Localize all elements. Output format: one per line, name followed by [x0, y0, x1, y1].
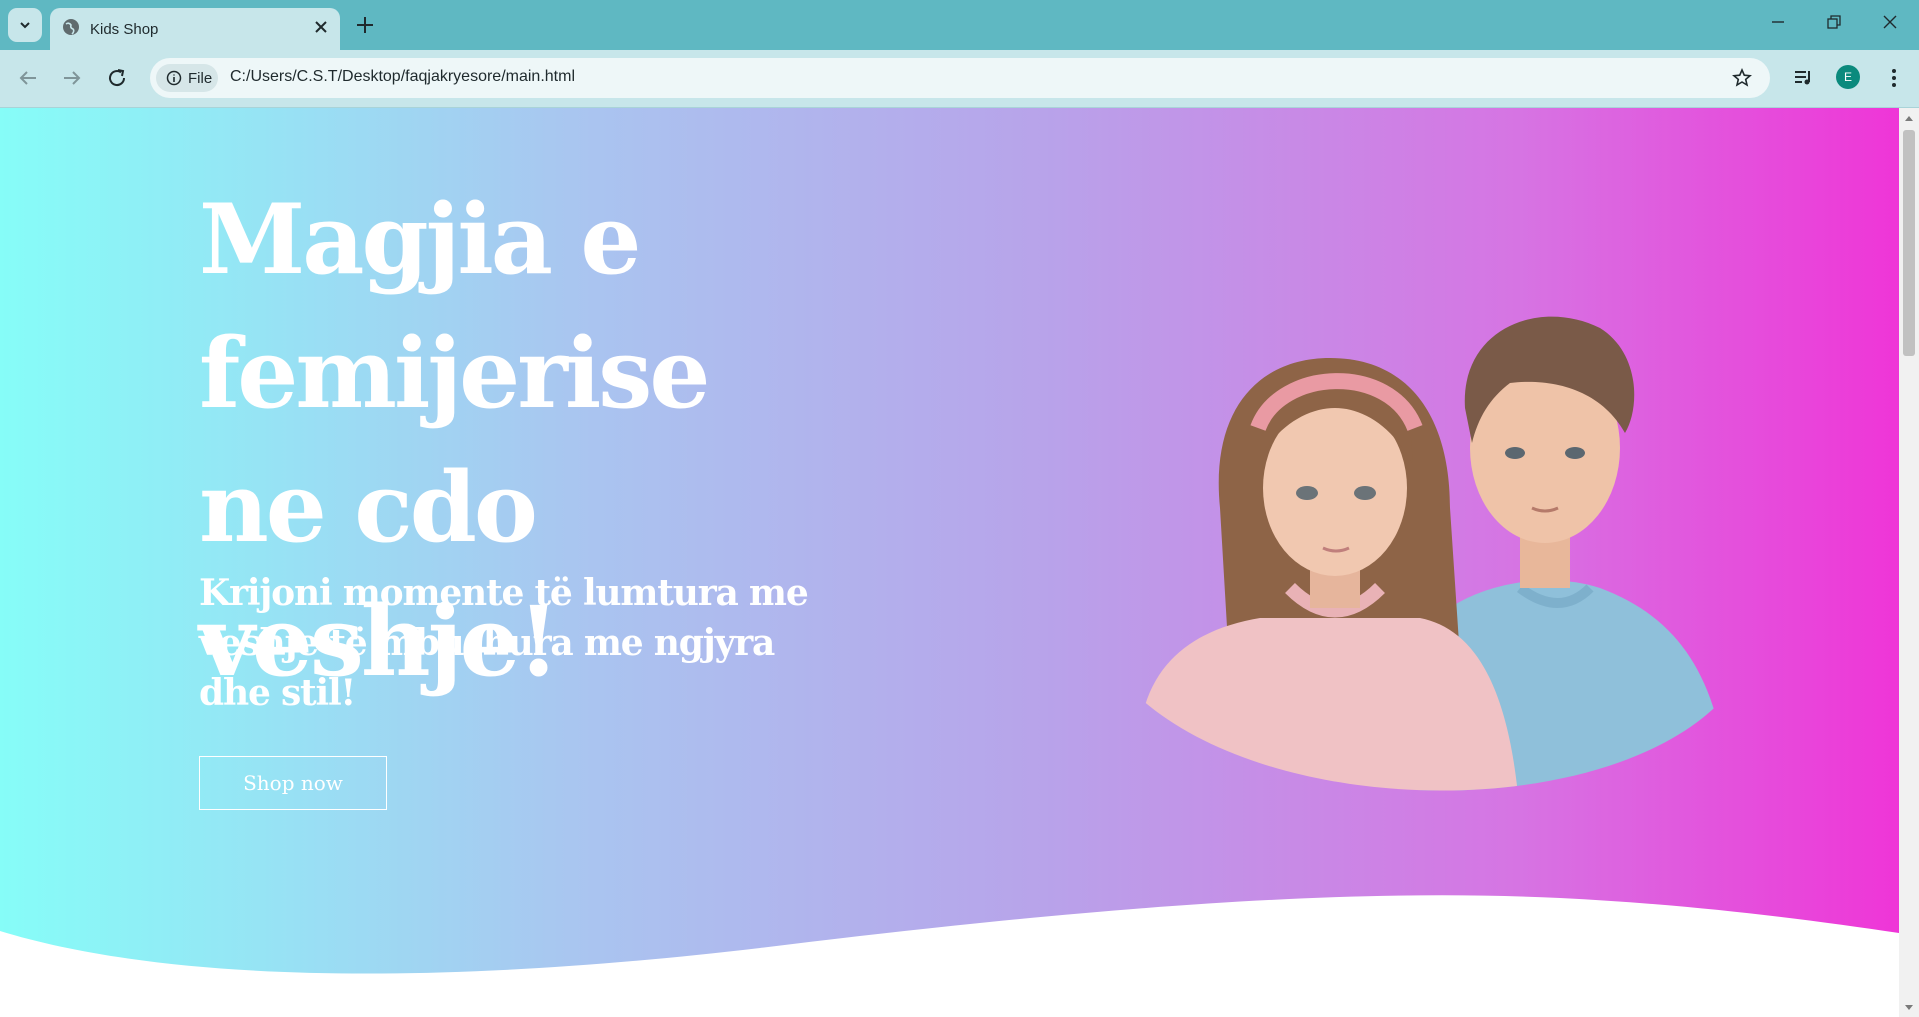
hero-children-image	[1130, 316, 1730, 791]
globe-icon	[63, 19, 79, 35]
site-info-chip[interactable]: File	[156, 64, 218, 92]
scroll-up-arrow-icon[interactable]	[1904, 114, 1914, 122]
menu-kebab-icon[interactable]	[1882, 66, 1906, 90]
girl-figure	[1130, 358, 1520, 791]
shop-now-button[interactable]: Shop now	[199, 756, 387, 810]
address-bar[interactable]: File C:/Users/C.S.T/Desktop/faqjakryesor…	[150, 58, 1770, 98]
restore-icon[interactable]	[1826, 14, 1842, 30]
scroll-down-arrow-icon[interactable]	[1904, 1004, 1914, 1012]
back-arrow-icon[interactable]	[16, 66, 40, 90]
info-icon	[166, 70, 182, 86]
tab-title: Kids Shop	[90, 21, 159, 38]
page-viewport: Magjia e femijerise ne cdo veshje! Krijo…	[0, 108, 1899, 1017]
scroll-thumb[interactable]	[1903, 130, 1915, 356]
tab-search-button[interactable]	[8, 8, 42, 42]
media-controls-icon[interactable]	[1792, 66, 1816, 90]
hero-subheadline: Krijoni momente të lumtura me veshje të …	[199, 572, 809, 714]
browser-tab[interactable]: Kids Shop	[50, 8, 340, 50]
close-window-icon[interactable]	[1882, 14, 1898, 30]
close-tab-icon[interactable]	[314, 20, 328, 34]
minimize-icon[interactable]	[1770, 14, 1786, 30]
tab-strip: Kids Shop	[0, 0, 1919, 50]
forward-arrow-icon[interactable]	[60, 66, 84, 90]
chevron-down-icon	[20, 22, 30, 29]
reload-icon[interactable]	[105, 66, 129, 90]
browser-toolbar: File C:/Users/C.S.T/Desktop/faqjakryesor…	[0, 50, 1919, 108]
page-scrollbar[interactable]	[1899, 108, 1919, 1017]
site-info-label: File	[188, 69, 213, 87]
url-text[interactable]: C:/Users/C.S.T/Desktop/faqjakryesore/mai…	[230, 68, 575, 86]
bookmark-star-icon[interactable]	[1732, 68, 1752, 88]
profile-avatar[interactable]: E	[1836, 65, 1860, 89]
new-tab-icon[interactable]	[352, 12, 378, 38]
hero-section: Magjia e femijerise ne cdo veshje! Krijo…	[0, 108, 1899, 1017]
